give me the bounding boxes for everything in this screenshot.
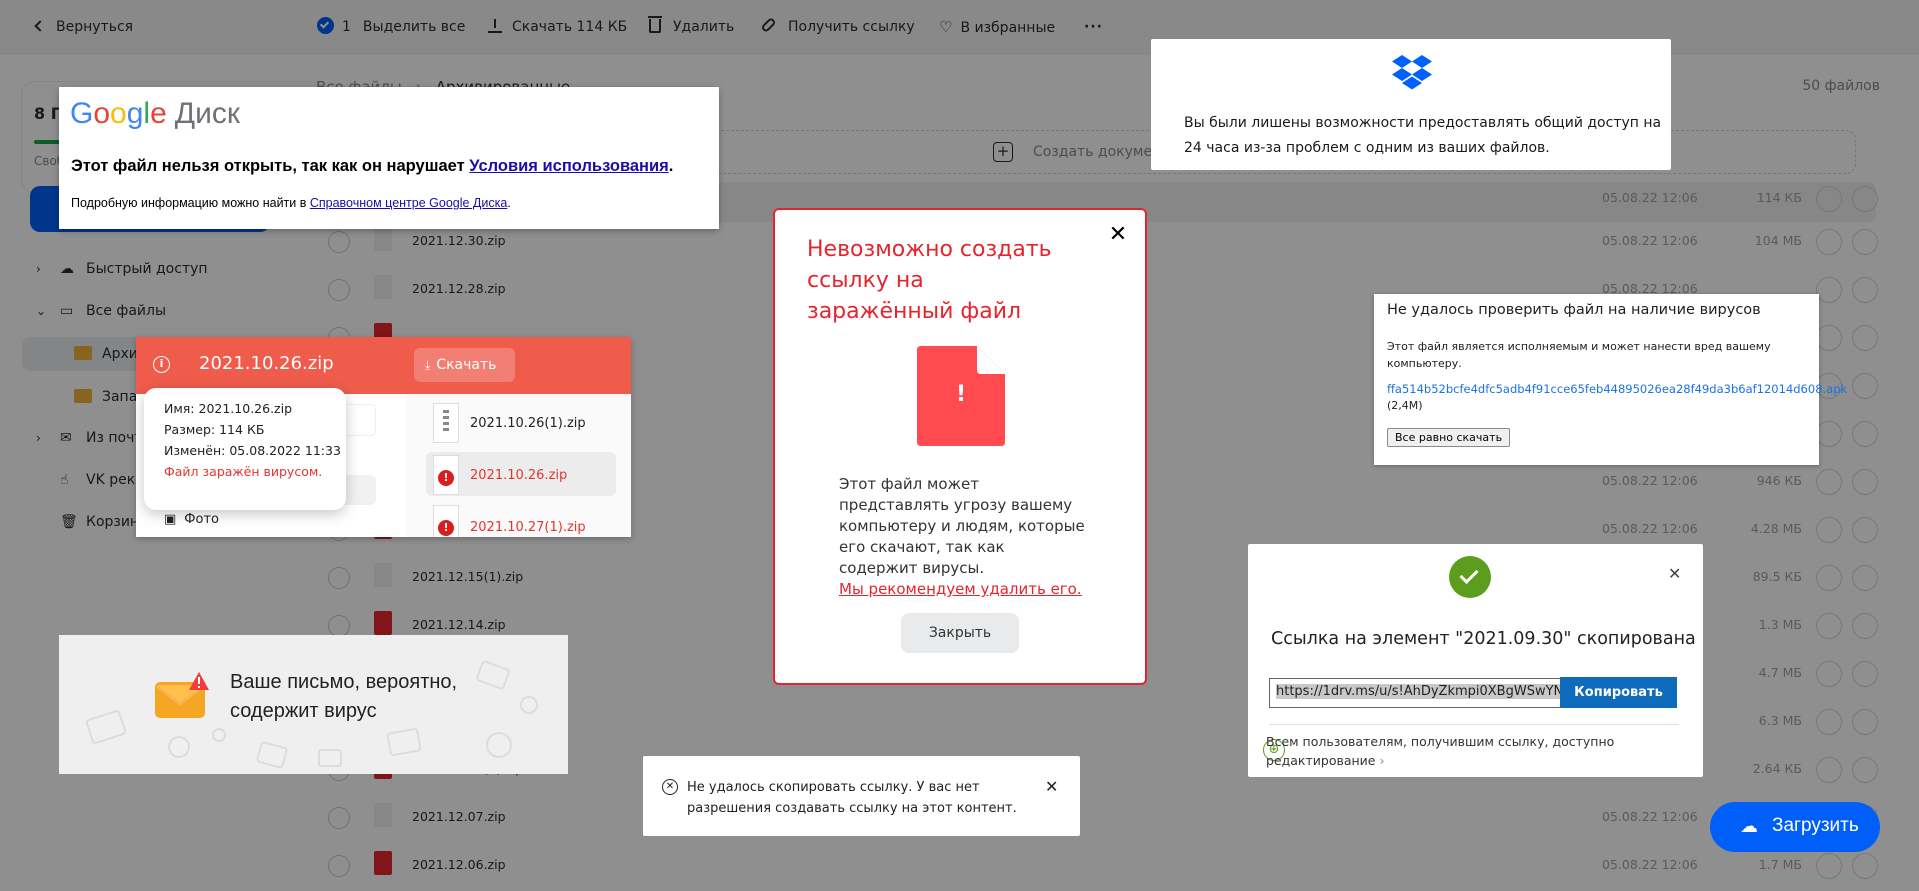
close-icon[interactable]: ✕ xyxy=(1107,224,1129,246)
tooltip-value: 2021.10.26.zip xyxy=(198,401,293,416)
tooltip-name-row: Имя: 2021.10.26.zip xyxy=(164,398,346,419)
permission-description-text[interactable]: Всем пользователям, получившим ссылку, д… xyxy=(1266,732,1614,770)
dialog-title: Ссылка на элемент "2021.09.30" скопирова… xyxy=(1271,629,1696,649)
violation-text-end: . xyxy=(668,157,674,175)
sidebar-item-label: Фото xyxy=(184,512,219,527)
info-icon: i xyxy=(153,356,170,373)
tooltip-size-row: Размер: 114 КБ xyxy=(164,419,346,440)
violation-text: Этот файл нельзя открыть, так как он нар… xyxy=(71,157,470,175)
divider xyxy=(1269,724,1679,725)
infected-zip-icon: ! xyxy=(434,456,458,494)
modal-title: Невозможно создать ссылку на заражённый … xyxy=(807,237,1052,324)
dialog-title: Не удалось проверить файл на наличие вир… xyxy=(1387,302,1761,318)
violation-message: Этот файл нельзя открыть, так как он нар… xyxy=(71,157,673,176)
infected-file-icon: ! xyxy=(917,346,1005,446)
panel-file-name[interactable]: 2021.10.27(1).zip xyxy=(470,520,586,535)
image-icon: ▣ xyxy=(164,512,177,527)
copy-link-failed-toast: ✕ Не удалось скопировать ссылку. У вас н… xyxy=(643,756,1080,836)
help-info-text: Подробную информацию можно найти в xyxy=(71,196,310,210)
panel-file-name[interactable]: 2021.10.26(1).zip xyxy=(470,416,586,431)
tooltip-value: 05.08.2022 11:33 xyxy=(229,443,341,458)
google-wordmark: Google xyxy=(70,97,167,130)
panel-filename: 2021.10.26.zip xyxy=(199,353,334,374)
share-link-input[interactable]: https://1drv.ms/u/s!AhDyZkmpi0XBgWSwYNJ3 xyxy=(1269,678,1561,708)
share-link-url: https://1drv.ms/u/s!AhDyZkmpi0XBgWSwYNJ3 xyxy=(1276,684,1560,699)
sidebar-item-photo[interactable]: ▣ Фото xyxy=(164,512,219,527)
apk-file-link[interactable]: ffa514b52bcfe4dfc5adb4f91cce65feb4489502… xyxy=(1387,382,1847,396)
panel-download-label: Скачать xyxy=(436,357,497,373)
envelope-warning-icon xyxy=(155,672,209,720)
permission-line: редактирование xyxy=(1266,753,1376,768)
delete-recommendation-link[interactable]: Мы рекомендуем удалить его. xyxy=(839,580,1082,598)
google-drive-logo: Google Диск xyxy=(70,97,240,131)
upload-button[interactable]: ☁ Загрузить xyxy=(1710,802,1880,852)
close-icon[interactable]: ✕ xyxy=(1668,564,1681,583)
modal-body-text: Этот файл может представлять угрозу ваше… xyxy=(839,475,1085,577)
copy-button[interactable]: Копировать xyxy=(1560,677,1677,708)
help-center-link[interactable]: Справочном центре Google Диска xyxy=(310,196,507,210)
permission-line: Всем пользователям, получившим ссылку, д… xyxy=(1266,734,1615,749)
terms-of-service-link[interactable]: Условия использования xyxy=(469,157,669,175)
tooltip-value: 114 КБ xyxy=(219,422,265,437)
dropbox-logo-icon xyxy=(1392,55,1432,90)
error-circle-icon: ✕ xyxy=(662,779,678,795)
panel-header: i 2021.10.26.zip ⤓ Скачать xyxy=(136,337,631,394)
close-icon[interactable]: ✕ xyxy=(1045,777,1058,796)
panel-file-name[interactable]: 2021.10.26.zip xyxy=(470,468,567,483)
virus-check-failed-dialog: Не удалось проверить файл на наличие вир… xyxy=(1374,294,1847,465)
tooltip-infected-warning: Файл заражён вирусом. xyxy=(164,464,323,479)
panel-file-list: 2021.10.26(1).zip ! 2021.10.26.zip ! 202… xyxy=(406,394,631,537)
panel-download-button[interactable]: ⤓ Скачать xyxy=(414,348,515,382)
chevron-right-icon: › xyxy=(1379,753,1385,768)
zip-file-icon xyxy=(434,404,458,442)
toast-line: Не удалось скопировать ссылку. У вас нет xyxy=(687,780,980,795)
dropbox-sharing-banned-popup: Вы были лишены возможности предоставлять… xyxy=(1151,39,1671,170)
tooltip-label: Имя: xyxy=(164,401,195,416)
apk-file-size: (2,4M) xyxy=(1387,399,1423,412)
google-drive-violation-popup: Google Диск Этот файл нельзя открыть, так… xyxy=(59,87,719,229)
file-info-tooltip: Имя: 2021.10.26.zip Размер: 114 КБ Измен… xyxy=(144,388,346,510)
infected-file-link-modal: Невозможно создать ссылку на заражённый … xyxy=(773,208,1147,685)
dropbox-message-line: 24 часа из-за проблем с одним из ваших ф… xyxy=(1184,140,1550,156)
mail-virus-warning-banner: Ваше письмо, вероятно, содержит вирус xyxy=(59,635,568,774)
dropbox-message-line: Вы были лишены возможности предоставлять… xyxy=(1184,115,1662,131)
help-info: Подробную информацию можно найти в Справ… xyxy=(71,196,511,210)
modal-body: Этот файл может представлять угрозу ваше… xyxy=(839,474,1087,600)
google-drive-product-name: Диск xyxy=(174,97,240,130)
help-info-end: . xyxy=(507,196,511,210)
tooltip-label: Размер: xyxy=(164,422,216,437)
tooltip-modified-row: Изменён: 05.08.2022 11:33 xyxy=(164,440,346,461)
tooltip-label: Изменён: xyxy=(164,443,226,458)
dropbox-message: Вы были лишены возможности предоставлять… xyxy=(1184,111,1661,161)
download-anyway-button[interactable]: Все равно скачать xyxy=(1387,428,1511,447)
close-button[interactable]: Закрыть xyxy=(901,613,1019,653)
mail-virus-message: Ваше письмо, вероятно, содержит вирус xyxy=(230,668,457,726)
upload-label: Загрузить xyxy=(1772,815,1859,836)
infected-zip-icon: ! xyxy=(434,506,458,537)
checkmark-icon xyxy=(1449,556,1491,598)
mail-virus-line: Ваше письмо, вероятно, xyxy=(230,671,458,693)
toast-line: разрешения создавать ссылку на этот конт… xyxy=(687,801,1017,816)
dialog-message: Этот файл является исполняемым и может н… xyxy=(1387,340,1771,370)
yandex-file-panel: i 2021.10.26.zip ⤓ Скачать ▣ Фото 2021.10.… xyxy=(136,337,631,537)
download-icon: ⤓ xyxy=(425,358,431,372)
cloud-upload-icon: ☁ xyxy=(1740,816,1758,836)
exclamation-mark: ! xyxy=(955,382,967,407)
mail-virus-line: содержит вирус xyxy=(230,700,377,722)
toast-message: Не удалось скопировать ссылку. У вас нет… xyxy=(687,777,1017,819)
